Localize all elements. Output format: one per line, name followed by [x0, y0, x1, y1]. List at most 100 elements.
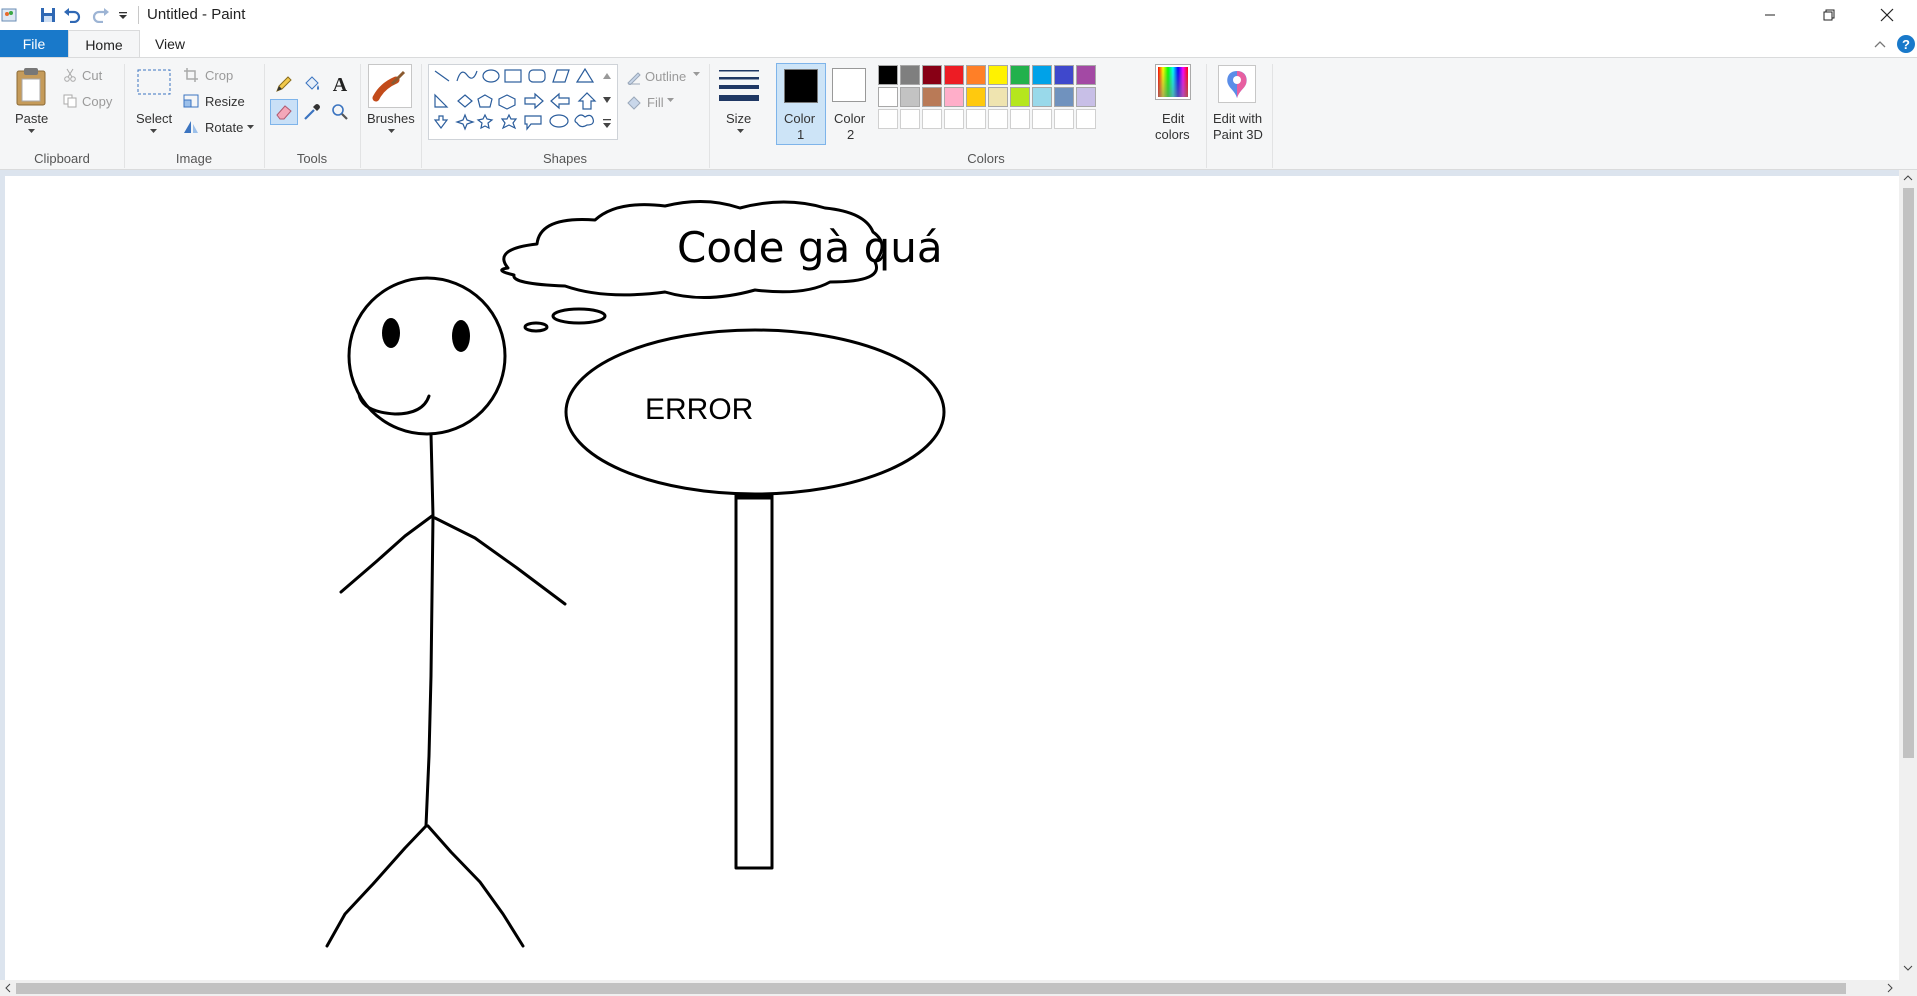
select-label[interactable]: Select — [136, 111, 172, 126]
palette-swatch[interactable] — [922, 65, 942, 85]
fill-icon[interactable] — [626, 95, 642, 111]
palette-swatch[interactable] — [944, 65, 964, 85]
palette-swatch[interactable] — [1010, 65, 1030, 85]
edit-colors-icon[interactable] — [1155, 64, 1191, 100]
paint3d-label[interactable]: Edit with — [1213, 111, 1262, 126]
crop-label[interactable]: Crop — [205, 68, 233, 83]
copy-label[interactable]: Copy — [82, 94, 112, 109]
vertical-scroll-thumb[interactable] — [1903, 188, 1914, 758]
custom-color-slot[interactable] — [1010, 109, 1030, 129]
paint3d-icon[interactable] — [1218, 65, 1256, 103]
undo-icon[interactable] — [62, 5, 82, 25]
palette-swatch[interactable] — [988, 87, 1008, 107]
palette-swatch[interactable] — [1010, 87, 1030, 107]
scroll-up-icon[interactable] — [1902, 172, 1914, 184]
rotate-icon[interactable] — [183, 119, 199, 135]
vertical-scrollbar[interactable] — [1899, 170, 1917, 980]
custom-color-slot[interactable] — [900, 109, 920, 129]
paste-dropdown-icon[interactable] — [26, 127, 36, 135]
redo-icon[interactable] — [91, 5, 111, 25]
custom-color-slot[interactable] — [988, 109, 1008, 129]
drawing-canvas[interactable]: Code gà quá ERROR — [5, 176, 1899, 980]
eraser-icon[interactable] — [270, 99, 298, 125]
tab-view[interactable]: View — [152, 30, 188, 57]
palette-swatch[interactable] — [988, 65, 1008, 85]
size-dropdown-icon[interactable] — [735, 127, 745, 135]
custom-color-slot[interactable] — [966, 109, 986, 129]
fill-label[interactable]: Fill — [647, 95, 664, 110]
crop-icon[interactable] — [183, 67, 199, 83]
color2-label[interactable]: Color — [834, 111, 865, 126]
custom-color-slot[interactable] — [922, 109, 942, 129]
outline-icon[interactable] — [626, 69, 642, 85]
magnifier-icon[interactable] — [328, 100, 352, 124]
palette-swatch[interactable] — [1054, 65, 1074, 85]
size-label[interactable]: Size — [726, 111, 751, 126]
color2-number[interactable]: 2 — [847, 127, 854, 142]
shapes-gallery[interactable] — [428, 64, 618, 140]
horizontal-scrollbar[interactable] — [0, 980, 1899, 996]
palette-swatch[interactable] — [966, 65, 986, 85]
custom-color-slot[interactable] — [1054, 109, 1074, 129]
scroll-left-icon[interactable] — [2, 982, 14, 994]
pencil-icon[interactable] — [272, 72, 296, 96]
color2-swatch[interactable] — [832, 68, 866, 102]
brushes-label[interactable]: Brushes — [367, 111, 415, 126]
custom-color-slot[interactable] — [1076, 109, 1096, 129]
cut-label[interactable]: Cut — [82, 68, 102, 83]
color-picker-icon[interactable] — [300, 100, 324, 124]
brushes-icon[interactable] — [368, 64, 412, 108]
palette-swatch[interactable] — [878, 65, 898, 85]
palette-swatch[interactable] — [1054, 87, 1074, 107]
paste-label[interactable]: Paste — [15, 111, 48, 126]
minimize-button[interactable] — [1741, 0, 1799, 30]
close-button[interactable] — [1858, 0, 1916, 30]
select-icon[interactable] — [135, 67, 173, 97]
custom-color-slot[interactable] — [944, 109, 964, 129]
custom-color-slot[interactable] — [878, 109, 898, 129]
palette-swatch[interactable] — [1032, 65, 1052, 85]
rotate-dropdown-icon[interactable] — [246, 124, 254, 130]
palette-swatch[interactable] — [878, 87, 898, 107]
select-dropdown-icon[interactable] — [148, 127, 158, 135]
palette-swatch[interactable] — [1032, 87, 1052, 107]
collapse-ribbon-icon[interactable] — [1869, 33, 1891, 55]
restore-button[interactable] — [1800, 0, 1858, 30]
color1-number[interactable]: 1 — [797, 127, 804, 142]
resize-label[interactable]: Resize — [205, 94, 245, 109]
text-tool-icon[interactable]: A — [328, 72, 352, 96]
edit-colors-label[interactable]: Edit — [1162, 111, 1184, 126]
scroll-down-icon[interactable] — [1902, 962, 1914, 974]
copy-icon[interactable] — [62, 93, 78, 109]
cut-icon[interactable] — [62, 67, 78, 83]
fill-bucket-icon[interactable] — [300, 72, 324, 96]
palette-swatch[interactable] — [922, 87, 942, 107]
edit-colors-label-2[interactable]: colors — [1155, 127, 1190, 142]
outline-label[interactable]: Outline — [645, 69, 686, 84]
palette-swatch[interactable] — [944, 87, 964, 107]
help-icon[interactable]: ? — [1895, 33, 1917, 55]
rotate-label[interactable]: Rotate — [205, 120, 243, 135]
palette-swatch[interactable] — [1076, 65, 1096, 85]
outline-dropdown-icon[interactable] — [692, 71, 700, 77]
paste-icon[interactable] — [12, 64, 50, 108]
scroll-right-icon[interactable] — [1884, 982, 1896, 994]
tools-group-label: Tools — [296, 151, 328, 166]
brushes-dropdown-icon[interactable] — [386, 127, 396, 135]
resize-icon[interactable] — [183, 93, 199, 109]
color1-label[interactable]: Color — [784, 111, 815, 126]
size-icon[interactable] — [717, 66, 761, 106]
customize-dropdown-icon[interactable] — [113, 5, 133, 25]
fill-dropdown-icon[interactable] — [666, 97, 674, 103]
palette-swatch[interactable] — [900, 65, 920, 85]
palette-swatch[interactable] — [900, 87, 920, 107]
palette-swatch[interactable] — [966, 87, 986, 107]
paint3d-label-2[interactable]: Paint 3D — [1213, 127, 1263, 142]
save-icon[interactable] — [38, 5, 58, 25]
tab-home[interactable]: Home — [68, 30, 140, 58]
palette-swatch[interactable] — [1076, 87, 1096, 107]
paint-app-icon[interactable] — [0, 5, 20, 25]
custom-color-slot[interactable] — [1032, 109, 1052, 129]
horizontal-scroll-thumb[interactable] — [16, 983, 1846, 994]
tab-file[interactable]: File — [0, 30, 68, 57]
